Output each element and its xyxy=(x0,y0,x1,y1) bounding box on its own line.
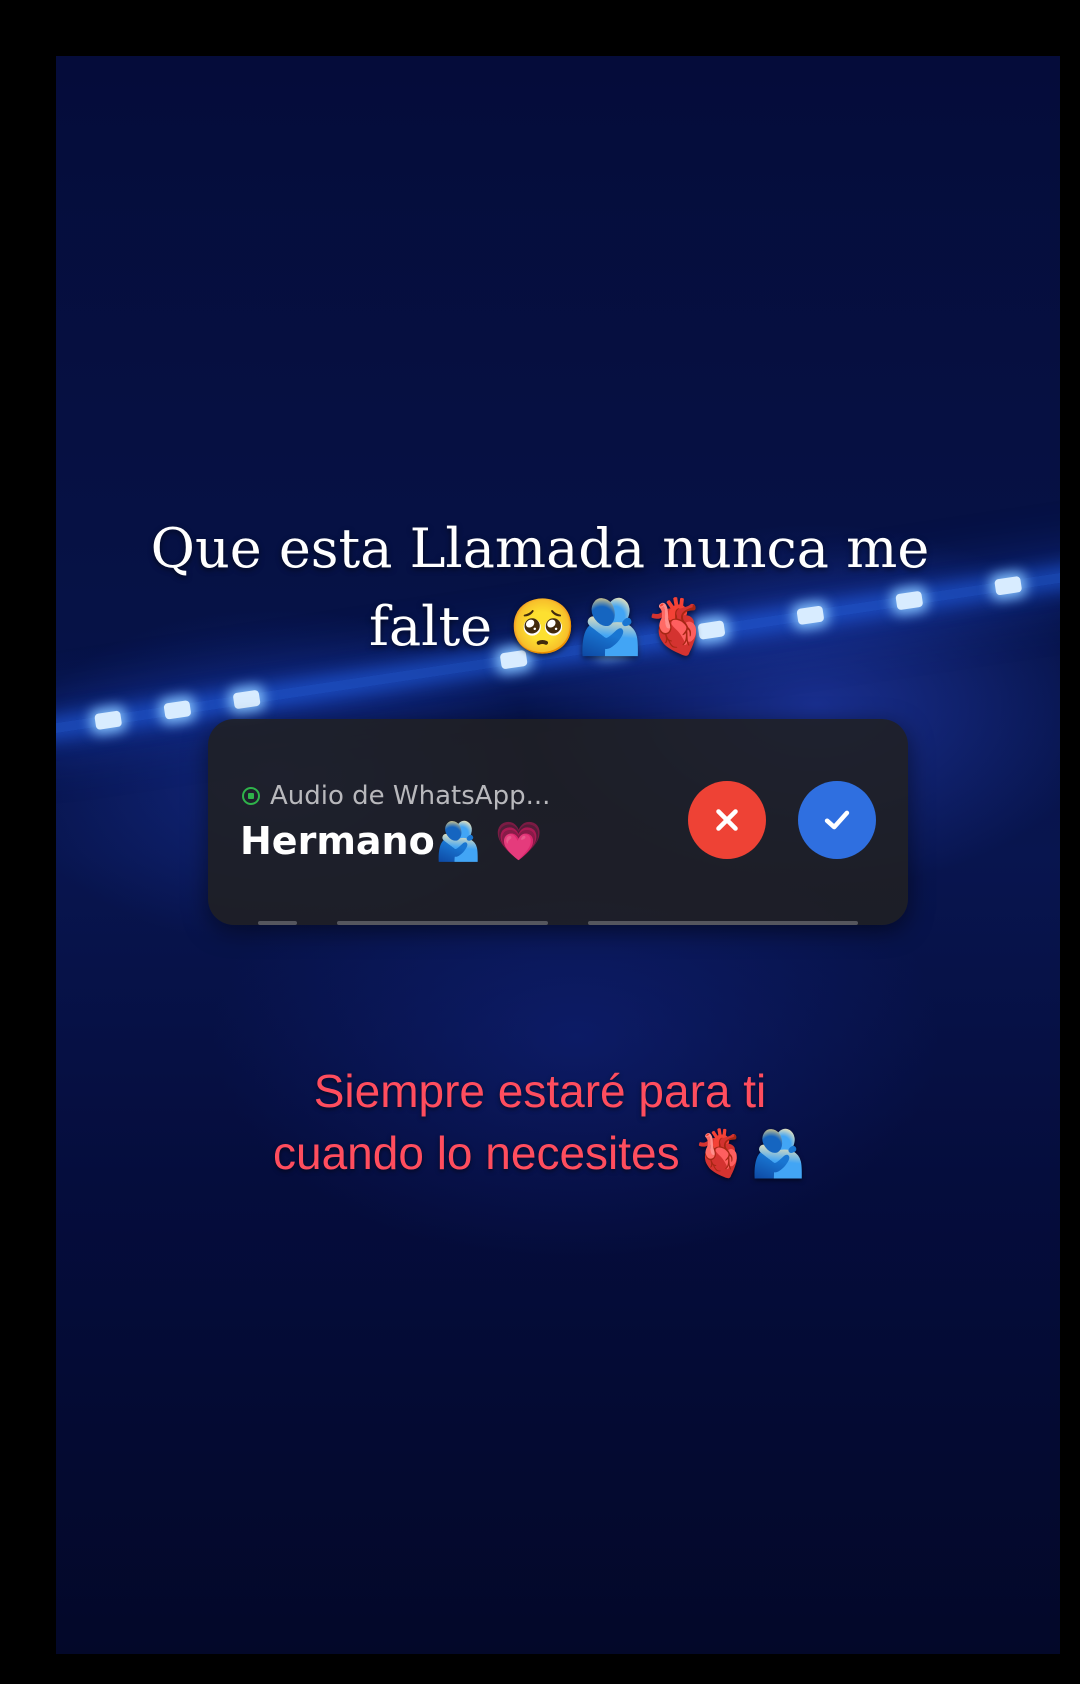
top-caption-line-2: falte 🥺🫂🫀 xyxy=(369,595,711,658)
check-icon xyxy=(824,810,850,830)
led-dot xyxy=(94,710,123,731)
accept-call-button[interactable] xyxy=(798,781,876,859)
top-caption-line-1: Que esta Llamada nunca me xyxy=(150,517,930,580)
incoming-call-notification[interactable]: Audio de WhatsApp... Hermano🫂 💗 xyxy=(208,719,908,925)
notification-app-label: Audio de WhatsApp... xyxy=(270,781,551,811)
led-dot xyxy=(994,575,1023,596)
caller-name: Hermano🫂 💗 xyxy=(240,819,543,863)
bottom-caption-line-2: cuando lo necesites 🫀🫂 xyxy=(273,1127,807,1179)
notification-header: Audio de WhatsApp... xyxy=(242,781,550,811)
bottom-caption-line-1: Siempre estaré para ti xyxy=(313,1065,767,1117)
decline-call-button[interactable] xyxy=(688,781,766,859)
video-frame: Que esta Llamada nunca me falte 🥺🫂🫀 Audi… xyxy=(0,0,1080,1684)
close-icon xyxy=(716,809,738,831)
top-caption: Que esta Llamada nunca me falte 🥺🫂🫀 xyxy=(90,510,990,666)
led-dot xyxy=(163,700,192,720)
notification-peek-edge xyxy=(258,921,858,927)
whatsapp-icon xyxy=(242,787,260,805)
bottom-caption: Siempre estaré para ti cuando lo necesit… xyxy=(130,1060,950,1184)
led-dot xyxy=(232,689,261,710)
